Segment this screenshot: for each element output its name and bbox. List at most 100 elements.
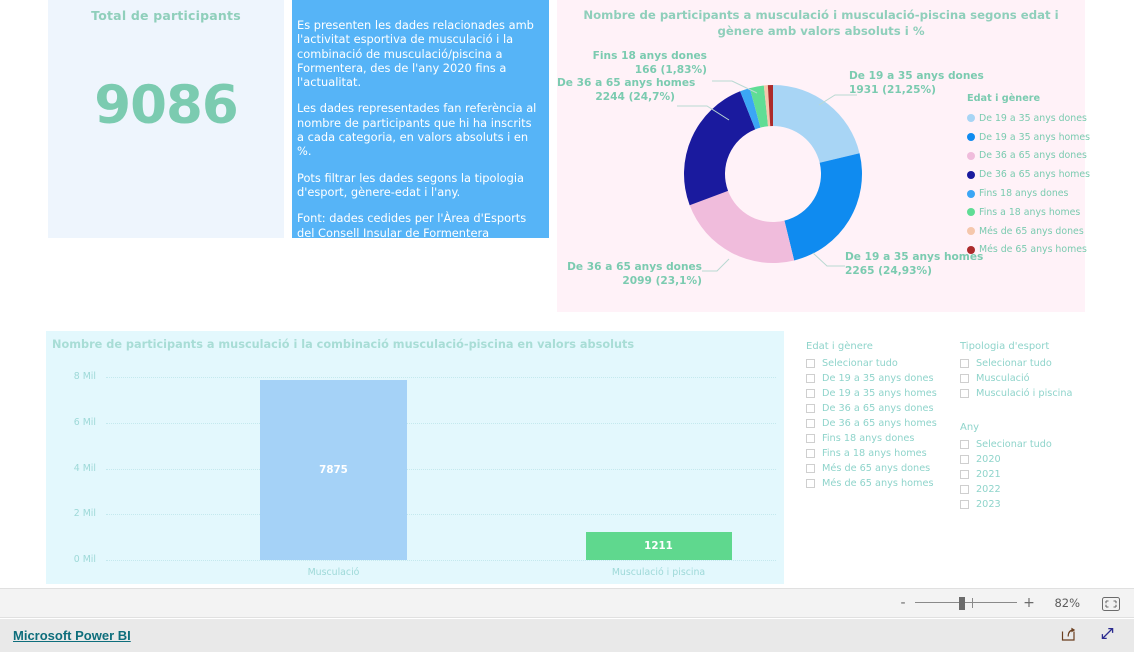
legend-item[interactable]: De 19 a 35 anys dones bbox=[967, 109, 1087, 128]
kpi-value: 9086 bbox=[94, 75, 239, 136]
slicer-any[interactable]: Any Selecionar tudo 2020 2021 2022 2023 bbox=[960, 422, 1052, 512]
donut-slice[interactable] bbox=[773, 85, 860, 163]
slicer-item-label: Musculació bbox=[976, 373, 1030, 384]
legend-color-swatch bbox=[967, 189, 975, 198]
checkbox[interactable] bbox=[806, 419, 815, 428]
slicer-checkbox-item[interactable]: 2023 bbox=[960, 497, 1052, 512]
legend-item[interactable]: Més de 65 anys homes bbox=[967, 241, 1087, 260]
donut-data-label: De 19 a 35 anys homes 2265 (24,93%) bbox=[845, 251, 983, 278]
checkbox[interactable] bbox=[806, 479, 815, 488]
slicer-checkbox-item[interactable]: De 36 a 65 anys homes bbox=[806, 416, 937, 431]
zoom-slider-track bbox=[915, 602, 1017, 603]
slicer-item-label: Fins a 18 anys homes bbox=[822, 448, 927, 459]
slicer-title: Any bbox=[960, 422, 980, 433]
checkbox[interactable] bbox=[806, 359, 815, 368]
checkbox[interactable] bbox=[960, 470, 969, 479]
checkbox[interactable] bbox=[806, 434, 815, 443]
description-paragraph: Font: dades cedides per l'Àrea d'Esports… bbox=[297, 211, 527, 240]
legend-item[interactable]: De 36 a 65 anys dones bbox=[967, 147, 1087, 166]
legend-item[interactable]: Més de 65 anys dones bbox=[967, 222, 1084, 241]
description-paragraph: Les dades representades fan referència a… bbox=[297, 101, 537, 159]
slicer-checkbox-item[interactable]: De 36 a 65 anys dones bbox=[806, 401, 937, 416]
slicer-edat-i-genere[interactable]: Edat i gènere Selecionar tudo De 19 a 35 … bbox=[806, 341, 937, 491]
legend-item-label: De 36 a 65 anys homes bbox=[979, 169, 1091, 181]
x-axis-category-label: Musculació bbox=[307, 567, 360, 578]
checkbox[interactable] bbox=[806, 404, 815, 413]
donut-data-label-value: 166 (1,83%) bbox=[634, 63, 707, 76]
slicer-item-label: De 19 a 35 anys homes bbox=[822, 388, 937, 399]
slicer-checkbox-item[interactable]: 2022 bbox=[960, 482, 1052, 497]
checkbox[interactable] bbox=[960, 440, 969, 449]
slicer-tipologia-desport[interactable]: Tipologia d'esport Selecionar tudo Muscul… bbox=[960, 341, 1072, 401]
slicer-checkbox-item[interactable]: Més de 65 anys dones bbox=[806, 461, 937, 476]
description-textbox: Es presenten les dades relacionades amb … bbox=[292, 0, 549, 240]
legend-item[interactable]: De 19 a 35 anys homes bbox=[967, 128, 1090, 147]
footer-icon-group bbox=[1060, 625, 1116, 646]
microsoft-power-bi-link[interactable]: Microsoft Power BI bbox=[13, 628, 131, 643]
checkbox[interactable] bbox=[960, 500, 969, 509]
checkbox[interactable] bbox=[960, 455, 969, 464]
legend-color-swatch bbox=[967, 245, 975, 254]
y-axis-tick-label: 2 Mil bbox=[73, 508, 96, 520]
y-axis-tick-label: 0 Mil bbox=[73, 554, 96, 565]
gridline bbox=[106, 514, 776, 516]
checkbox[interactable] bbox=[806, 374, 815, 383]
slicer-checkbox-item[interactable]: Selecionar tudo bbox=[806, 356, 937, 371]
donut-data-label-value: 1931 (21,25%) bbox=[849, 83, 936, 96]
donut-data-label-name: De 36 a 65 anys homes bbox=[557, 77, 696, 89]
zoom-in-button[interactable]: + bbox=[1022, 596, 1036, 610]
slicer-checkbox-item[interactable]: De 19 a 35 anys dones bbox=[806, 371, 937, 386]
y-axis-tick-label: 4 Mil bbox=[73, 462, 96, 474]
legend-item-label: Fins a 18 anys homes bbox=[979, 206, 1081, 218]
slicer-checkbox-item[interactable]: Musculació bbox=[960, 371, 1072, 386]
legend-title: Edat i gènere bbox=[967, 93, 1041, 104]
checkbox[interactable] bbox=[806, 464, 815, 473]
donut-slice[interactable] bbox=[689, 190, 795, 263]
slicer-item-label: Més de 65 anys homes bbox=[822, 478, 934, 489]
checkbox[interactable] bbox=[806, 389, 815, 398]
slicer-item-label: 2021 bbox=[976, 469, 1001, 480]
bar-value-label: 1211 bbox=[644, 540, 673, 553]
legend-item[interactable]: Fins 18 anys dones bbox=[967, 184, 1082, 203]
legend-item[interactable]: De 36 a 65 anys homes bbox=[967, 165, 1090, 184]
zoom-slider-thumb[interactable] bbox=[959, 597, 965, 610]
bar-chart-plot[interactable]: 0 Mil 2 Mil 4 Mil 6 Mil 8 Mil 7875 Musculació 1… bbox=[46, 331, 784, 584]
checkbox[interactable] bbox=[960, 359, 969, 368]
slicer-title: Edat i gènere bbox=[806, 341, 873, 352]
slicer-item-label: 2022 bbox=[976, 484, 1001, 495]
zoom-toolbar: - + 82% bbox=[0, 588, 1134, 618]
slicer-checkbox-item[interactable]: Selecionar tudo bbox=[960, 356, 1072, 371]
x-axis-category-label: Musculació i piscina bbox=[611, 567, 706, 578]
slicer-item-label: 2020 bbox=[976, 454, 1001, 465]
slicer-checkbox-item[interactable]: 2020 bbox=[960, 452, 1052, 467]
legend-item-label: Fins 18 anys dones bbox=[979, 188, 1069, 200]
slicer-checkbox-item[interactable]: Musculació i piscina bbox=[960, 386, 1072, 401]
legend-color-swatch bbox=[967, 133, 975, 142]
slicer-item-label: De 36 a 65 anys homes bbox=[822, 418, 937, 429]
share-icon[interactable] bbox=[1060, 625, 1077, 646]
slicer-checkbox-item[interactable]: Més de 65 anys homes bbox=[806, 476, 937, 491]
donut-slice[interactable] bbox=[684, 91, 756, 206]
slicer-checkbox-item[interactable]: Fins a 18 anys homes bbox=[806, 446, 937, 461]
fit-to-page-icon[interactable] bbox=[1102, 596, 1120, 611]
legend-item[interactable]: Fins a 18 anys homes bbox=[967, 203, 1082, 222]
donut-slice[interactable] bbox=[784, 153, 862, 261]
kpi-title: Total de participants bbox=[91, 8, 241, 23]
checkbox[interactable] bbox=[960, 485, 969, 494]
gridline bbox=[106, 560, 776, 561]
checkbox[interactable] bbox=[960, 389, 969, 398]
zoom-percent-label: 82% bbox=[1054, 596, 1080, 610]
slicer-item-label: Fins 18 anys dones bbox=[822, 433, 915, 444]
slicer-checkbox-item[interactable]: 2021 bbox=[960, 467, 1052, 482]
fullscreen-icon[interactable] bbox=[1099, 625, 1116, 646]
slicer-checkbox-item[interactable]: Selecionar tudo bbox=[960, 437, 1052, 452]
slicer-item-label: Més de 65 anys dones bbox=[822, 463, 931, 474]
donut-data-label: De 36 a 65 anys dones 2099 (23,1%) bbox=[557, 261, 702, 288]
slicer-checkbox-item[interactable]: Fins 18 anys dones bbox=[806, 431, 937, 446]
zoom-out-button[interactable]: - bbox=[896, 596, 910, 610]
slicer-checkbox-item[interactable]: De 19 a 35 anys homes bbox=[806, 386, 937, 401]
checkbox[interactable] bbox=[806, 449, 815, 458]
checkbox[interactable] bbox=[960, 374, 969, 383]
donut-chart-legend: Edat i gènere De 19 a 35 anys dones De 19… bbox=[967, 93, 1090, 260]
zoom-slider[interactable] bbox=[915, 596, 1017, 610]
